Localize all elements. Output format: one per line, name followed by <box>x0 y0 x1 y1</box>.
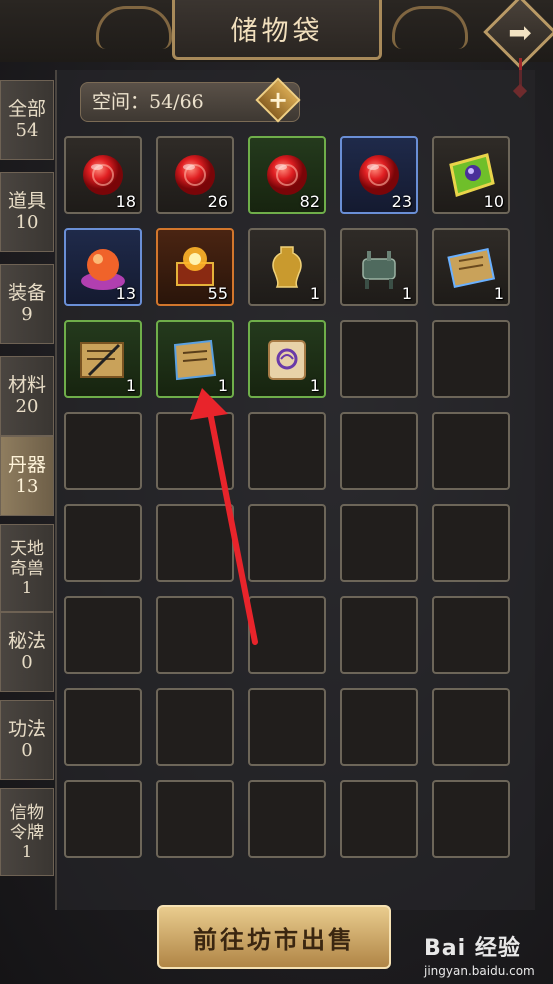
sidebar-tab-label: 功法 <box>7 718 46 740</box>
watermark-brand: Bai 经验 <box>424 936 521 961</box>
cloud-ornament-right-icon <box>392 6 468 49</box>
inventory-slot[interactable]: 82 <box>248 136 326 214</box>
inventory-slot[interactable]: 13 <box>64 228 142 306</box>
sidebar-tab-0[interactable]: 全部 54 <box>0 80 54 160</box>
sidebar-tab-count: 20 <box>15 396 39 417</box>
page-title: 储物袋 <box>230 16 324 47</box>
inventory-slot[interactable]: 1 <box>340 228 418 306</box>
empty-slot[interactable] <box>340 688 418 766</box>
empty-slot[interactable] <box>248 596 326 674</box>
empty-slot[interactable] <box>64 596 142 674</box>
sidebar-tab-label: 装备 <box>7 282 46 304</box>
title-plate: 储物袋 <box>172 0 382 60</box>
empty-slot[interactable] <box>156 504 234 582</box>
sidebar-tab-label: 天地奇兽 <box>10 539 44 579</box>
inventory-slot[interactable]: 18 <box>64 136 142 214</box>
item-count: 82 <box>299 192 320 211</box>
purple-scroll-icon <box>259 331 315 387</box>
inventory-slot[interactable]: 1 <box>248 228 326 306</box>
inventory-slot[interactable]: 1 <box>156 320 234 398</box>
sidebar-tab-count: 0 <box>21 740 33 761</box>
empty-slot[interactable] <box>64 688 142 766</box>
sidebar-tab-7[interactable]: 功法 0 <box>0 700 54 780</box>
sidebar-tab-count: 0 <box>21 652 33 673</box>
empty-slot[interactable] <box>156 688 234 766</box>
sidebar-tab-count: 1 <box>21 842 33 861</box>
sidebar-tab-label: 秘法 <box>7 630 46 652</box>
empty-slot[interactable] <box>340 504 418 582</box>
torn-scroll-icon <box>167 331 223 387</box>
sidebar-tab-6[interactable]: 秘法 0 <box>0 612 54 692</box>
item-count: 1 <box>401 284 412 303</box>
sidebar-tab-3[interactable]: 材料 20 <box>0 356 54 436</box>
item-count: 1 <box>493 284 504 303</box>
item-count: 1 <box>217 376 228 395</box>
item-count: 10 <box>483 192 504 211</box>
sidebar-tab-count: 9 <box>21 304 33 325</box>
plus-icon[interactable]: + <box>262 84 294 116</box>
inventory-slot[interactable]: 1 <box>432 228 510 306</box>
inventory-slot[interactable]: 1 <box>248 320 326 398</box>
cloud-ornament-left-icon <box>96 6 172 49</box>
empty-slot[interactable] <box>432 412 510 490</box>
item-count: 1 <box>309 376 320 395</box>
sidebar-tab-count: 10 <box>15 212 39 233</box>
inventory-slot[interactable]: 1 <box>64 320 142 398</box>
watermark-url: jingyan.baidu.com <box>424 964 535 978</box>
scroll-brush-icon <box>75 331 131 387</box>
item-count: 1 <box>125 376 136 395</box>
scroll-blue-icon <box>443 239 499 295</box>
item-count: 26 <box>207 192 228 211</box>
sidebar-tab-count: 54 <box>15 120 39 141</box>
sidebar-tab-4[interactable]: 丹器 13 <box>0 436 54 516</box>
right-arrow-icon[interactable]: ➡ <box>494 6 546 58</box>
inventory-slot[interactable]: 10 <box>432 136 510 214</box>
item-count: 55 <box>207 284 228 303</box>
empty-slot[interactable] <box>340 412 418 490</box>
empty-slot[interactable] <box>156 596 234 674</box>
empty-slot[interactable] <box>64 504 142 582</box>
sidebar-tab-1[interactable]: 道具 10 <box>0 172 54 252</box>
sidebar-tab-label: 全部 <box>7 98 46 120</box>
empty-slot[interactable] <box>248 504 326 582</box>
sidebar-tab-label: 道具 <box>7 190 46 212</box>
empty-slot[interactable] <box>432 688 510 766</box>
empty-slot[interactable] <box>340 780 418 858</box>
empty-slot[interactable] <box>432 780 510 858</box>
sidebar-tab-label: 信物令牌 <box>10 803 44 843</box>
empty-slot[interactable] <box>64 412 142 490</box>
empty-slot[interactable] <box>248 688 326 766</box>
empty-slot[interactable] <box>340 320 418 398</box>
empty-slot[interactable] <box>248 412 326 490</box>
empty-slot[interactable] <box>432 596 510 674</box>
baidu-watermark: Bai 经验 jingyan.baidu.com <box>424 930 535 978</box>
sidebar-tab-count: 1 <box>21 578 33 597</box>
sidebar-tab-5[interactable]: 天地奇兽 1 <box>0 524 54 612</box>
item-count: 13 <box>115 284 136 303</box>
empty-slot[interactable] <box>248 780 326 858</box>
item-count: 18 <box>115 192 136 211</box>
sell-button-label: 前往坊市出售 <box>193 924 355 954</box>
bronze-cauldron-icon <box>351 239 407 295</box>
empty-slot[interactable] <box>340 596 418 674</box>
empty-slot[interactable] <box>64 780 142 858</box>
inventory-slot[interactable]: 55 <box>156 228 234 306</box>
item-count: 1 <box>309 284 320 303</box>
empty-slot[interactable] <box>156 780 234 858</box>
sidebar-tab-2[interactable]: 装备 9 <box>0 264 54 344</box>
item-count: 23 <box>391 192 412 211</box>
sell-at-market-button[interactable]: 前往坊市出售 <box>157 905 391 969</box>
sidebar-tab-count: 13 <box>15 476 39 497</box>
sidebar-tab-8[interactable]: 信物令牌 1 <box>0 788 54 876</box>
inventory-slot[interactable]: 26 <box>156 136 234 214</box>
sidebar-tab-label: 材料 <box>7 374 46 396</box>
golden-vase-icon <box>259 239 315 295</box>
sidebar-tab-label: 丹器 <box>7 454 46 476</box>
empty-slot[interactable] <box>432 320 510 398</box>
empty-slot[interactable] <box>432 504 510 582</box>
empty-slot[interactable] <box>156 412 234 490</box>
space-label: 空间：54/66 <box>92 91 204 113</box>
inventory-slot[interactable]: 23 <box>340 136 418 214</box>
